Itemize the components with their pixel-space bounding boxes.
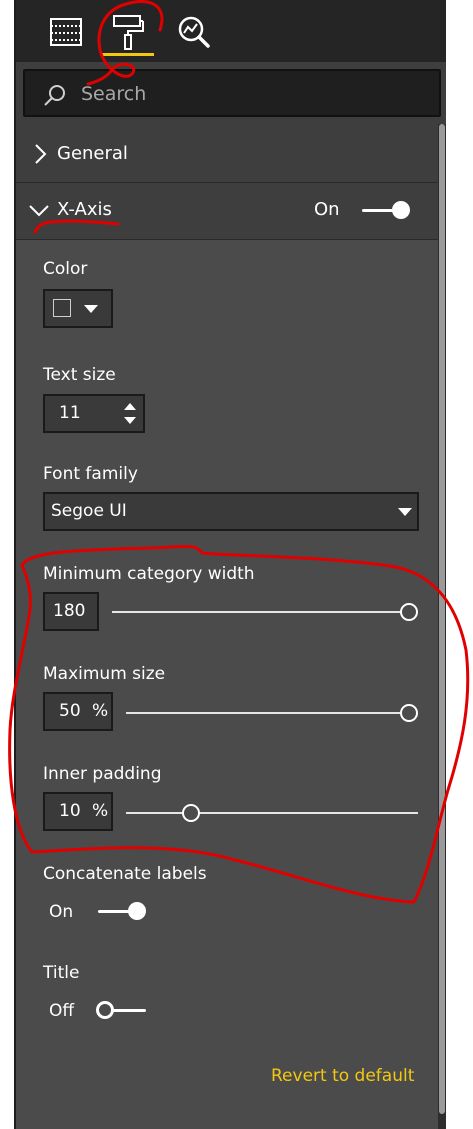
section-general[interactable]: General bbox=[16, 126, 438, 182]
font-family-label: Font family bbox=[43, 464, 138, 484]
right-edge bbox=[446, 0, 473, 1129]
tab-analytics[interactable] bbox=[174, 10, 214, 54]
paint-roller-icon bbox=[113, 15, 144, 50]
max-size-value: 50 bbox=[59, 701, 81, 721]
max-size-label: Maximum size bbox=[43, 664, 166, 684]
slider-thumb[interactable] bbox=[400, 704, 418, 722]
search-input[interactable]: Search bbox=[81, 83, 146, 105]
concatenate-labels-toggle[interactable] bbox=[96, 899, 150, 923]
slider-thumb[interactable] bbox=[182, 804, 200, 822]
left-edge bbox=[0, 0, 14, 1129]
toggle-thumb bbox=[392, 201, 410, 219]
format-pane: Search General X-Axis On Color Text size… bbox=[16, 62, 446, 1129]
max-size-unit: % bbox=[92, 701, 109, 721]
color-swatch bbox=[53, 299, 71, 317]
min-category-width-slider[interactable] bbox=[112, 601, 422, 623]
slider-track bbox=[112, 611, 410, 613]
min-category-width-label: Minimum category width bbox=[43, 564, 255, 584]
inner-padding-value: 10 bbox=[59, 801, 81, 821]
text-size-label: Text size bbox=[43, 365, 116, 385]
scrollbar-thumb[interactable] bbox=[439, 124, 445, 1114]
scrollbar[interactable] bbox=[438, 124, 446, 1129]
toggle-thumb bbox=[128, 902, 146, 920]
tab-fields[interactable] bbox=[46, 10, 86, 54]
chevron-right-icon bbox=[35, 144, 47, 164]
text-size-stepper[interactable]: 11 bbox=[43, 394, 145, 433]
section-xaxis[interactable]: X-Axis On bbox=[16, 182, 438, 238]
section-xaxis-label: X-Axis bbox=[57, 199, 112, 220]
min-category-width-value: 180 bbox=[53, 601, 86, 621]
caret-down-icon bbox=[398, 508, 412, 516]
max-size-slider[interactable] bbox=[126, 702, 422, 724]
concatenate-labels-label: Concatenate labels bbox=[43, 864, 207, 884]
divider bbox=[16, 239, 438, 240]
inner-padding-input[interactable]: 10 % bbox=[43, 792, 113, 831]
inner-padding-unit: % bbox=[92, 801, 109, 821]
tab-format[interactable] bbox=[102, 10, 154, 56]
font-family-value: Segoe UI bbox=[51, 501, 127, 521]
inner-padding-slider[interactable] bbox=[126, 802, 422, 824]
analytics-magnifier-icon bbox=[178, 16, 210, 48]
color-label: Color bbox=[43, 259, 88, 279]
text-size-value: 11 bbox=[59, 403, 81, 423]
revert-to-default-link[interactable]: Revert to default bbox=[271, 1066, 414, 1086]
title-label: Title bbox=[43, 963, 80, 983]
inner-padding-label: Inner padding bbox=[43, 764, 162, 784]
search-box[interactable]: Search bbox=[23, 69, 441, 117]
xaxis-settings: Color Text size 11 Font family Segoe UI … bbox=[16, 239, 438, 1129]
min-category-width-input[interactable]: 180 bbox=[43, 592, 99, 631]
fields-grid-icon bbox=[50, 18, 82, 46]
search-icon bbox=[44, 85, 65, 106]
slider-thumb[interactable] bbox=[400, 603, 418, 621]
chevron-down-icon bbox=[29, 205, 49, 217]
xaxis-toggle[interactable] bbox=[360, 198, 414, 222]
font-family-dropdown[interactable]: Segoe UI bbox=[43, 492, 419, 531]
stepper-up-icon[interactable] bbox=[123, 401, 137, 411]
xaxis-toggle-label: On bbox=[314, 199, 340, 220]
concatenate-labels-toggle-label: On bbox=[49, 902, 74, 922]
format-pane-screenshot: Search General X-Axis On Color Text size… bbox=[0, 0, 473, 1129]
slider-track bbox=[126, 812, 418, 814]
slider-track bbox=[126, 712, 410, 714]
title-toggle[interactable] bbox=[96, 998, 150, 1022]
stepper-down-icon[interactable] bbox=[123, 416, 137, 426]
caret-down-icon bbox=[84, 305, 98, 313]
title-toggle-label: Off bbox=[49, 1001, 75, 1021]
toggle-thumb bbox=[96, 1001, 114, 1019]
color-picker[interactable] bbox=[43, 289, 113, 328]
max-size-input[interactable]: 50 % bbox=[43, 692, 113, 731]
visualization-toolbar bbox=[16, 0, 446, 62]
section-general-label: General bbox=[57, 143, 128, 164]
